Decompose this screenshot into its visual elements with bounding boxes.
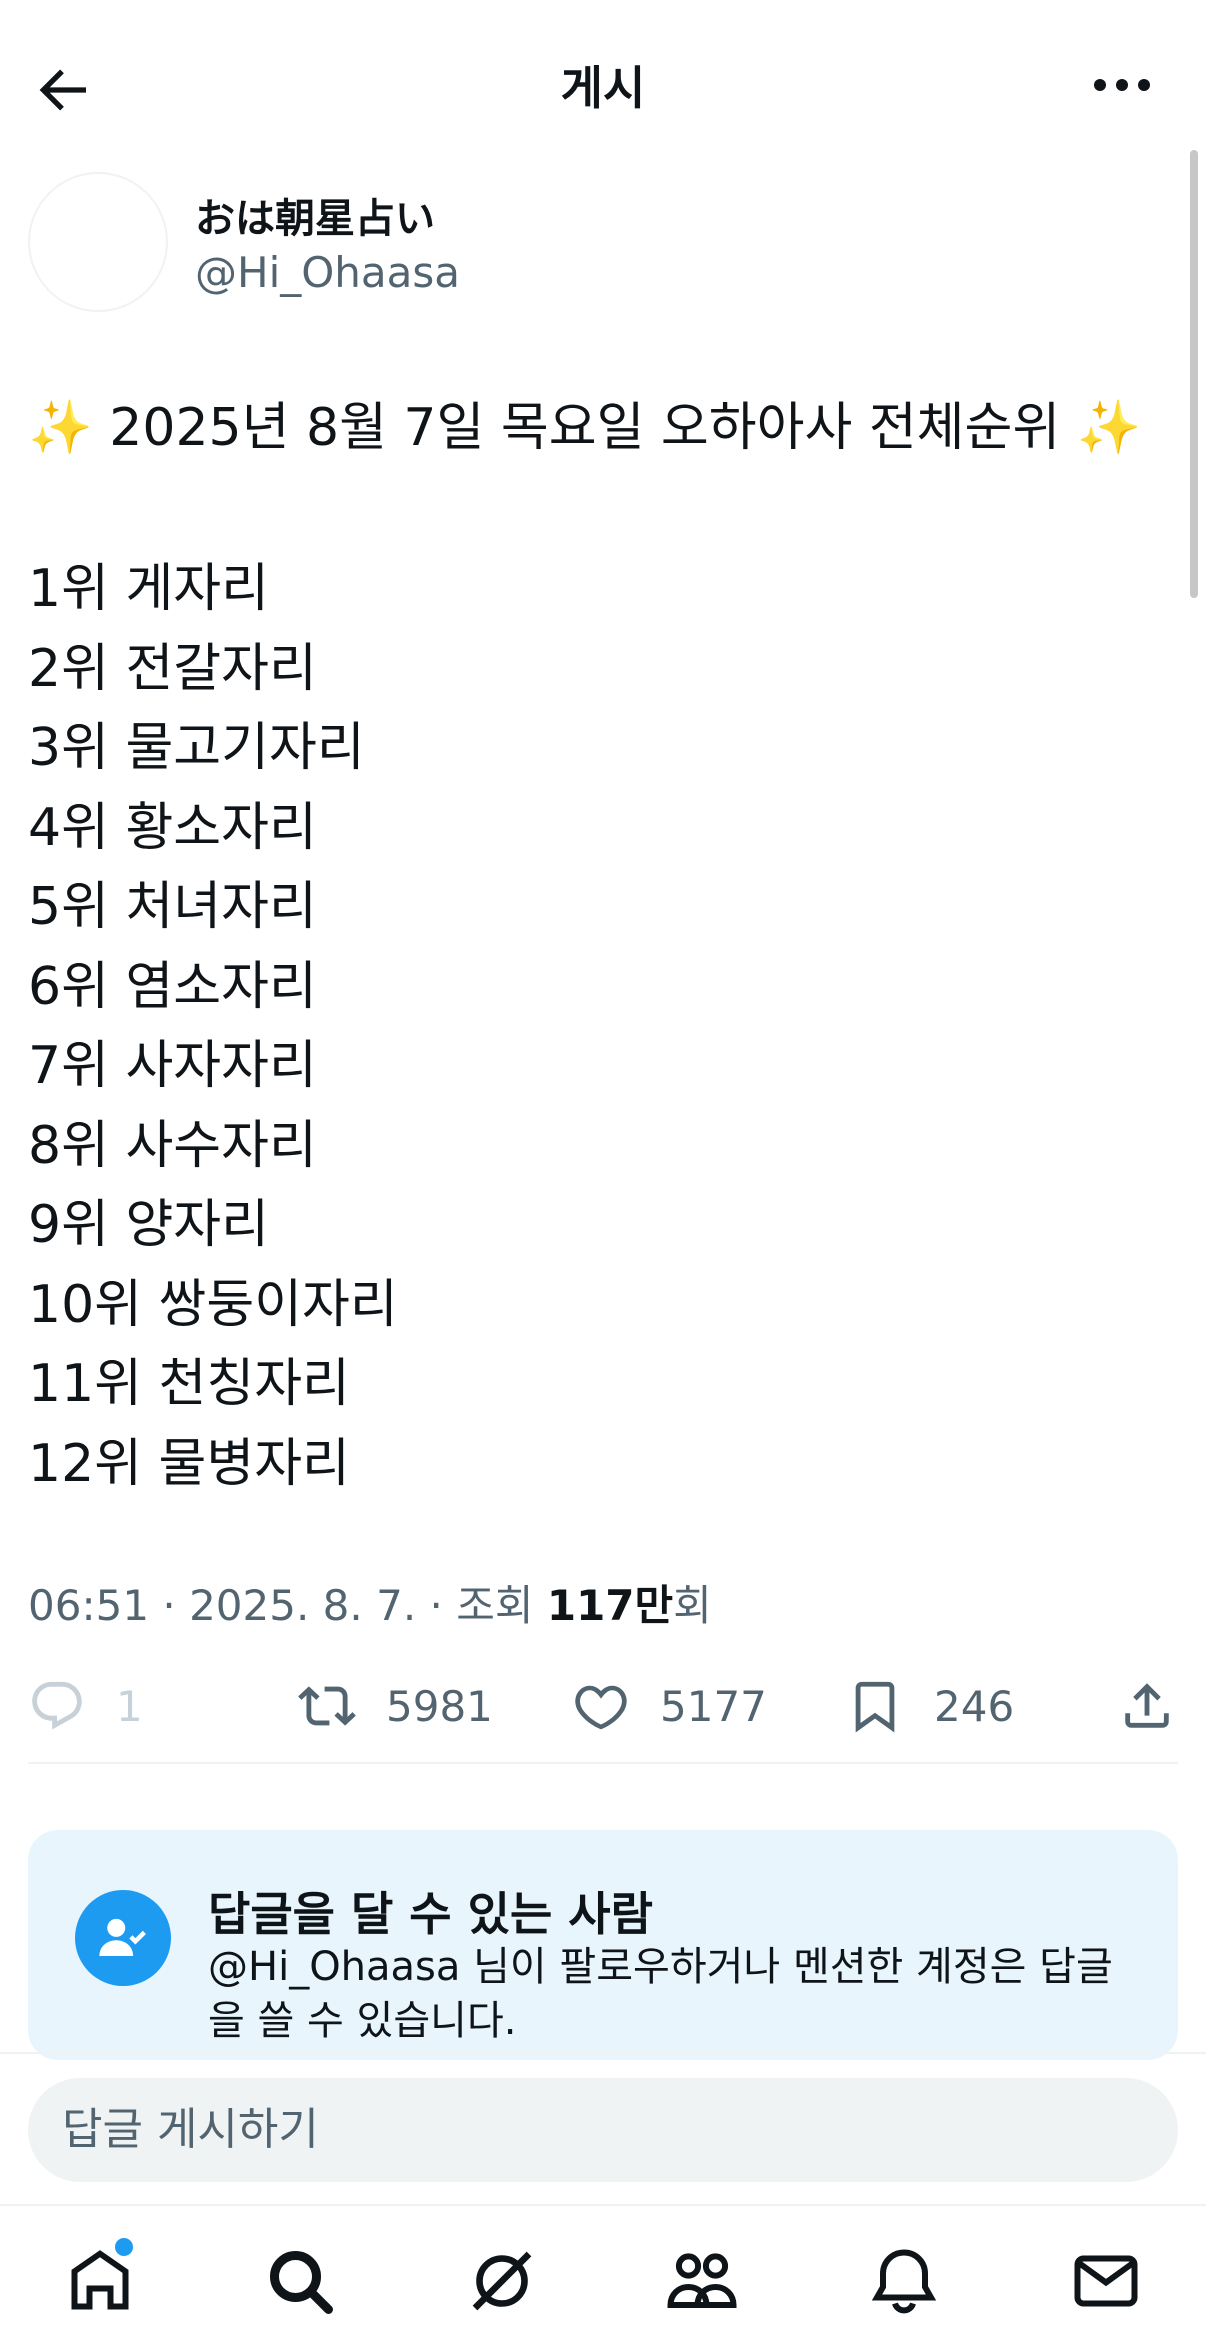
avatar[interactable] bbox=[28, 172, 168, 312]
like-button[interactable]: 5177 bbox=[572, 1676, 767, 1736]
search-icon[interactable] bbox=[264, 2245, 336, 2317]
reply-button[interactable]: 1 bbox=[28, 1676, 143, 1736]
repost-button[interactable]: 5981 bbox=[298, 1676, 493, 1736]
repost-count: 5981 bbox=[386, 1681, 493, 1731]
divider bbox=[0, 2204, 1206, 2206]
list-item: 12위 물병자리 bbox=[28, 1433, 350, 1494]
list-item: 8위 사수자리 bbox=[28, 1115, 317, 1176]
grok-icon[interactable] bbox=[466, 2245, 538, 2317]
more-horizontal-icon[interactable] bbox=[1092, 70, 1152, 100]
like-count: 5177 bbox=[660, 1681, 767, 1731]
list-item: 10위 쌍둥이자리 bbox=[28, 1274, 398, 1335]
share-icon bbox=[1125, 1683, 1169, 1728]
post-meta: 06:51 · 2025. 8. 7. · 조회 117만회 bbox=[28, 1572, 712, 1633]
bookmark-count: 246 bbox=[934, 1681, 1015, 1731]
list-item: 3위 물고기자리 bbox=[28, 718, 365, 778]
list-item: 2위 전갈자리 bbox=[28, 638, 317, 699]
reply-count: 1 bbox=[116, 1681, 143, 1731]
heart-icon bbox=[575, 1685, 627, 1730]
reply-restriction-text: @Hi_Ohaasa 님이 팔로우하거나 멘션한 계정은 답글을 쓸 수 있습니… bbox=[208, 1944, 1113, 2044]
reply-icon bbox=[32, 1681, 82, 1730]
view-count[interactable]: 117만 bbox=[547, 1581, 673, 1630]
reply-restriction-title: 답글을 달 수 있는 사람 bbox=[208, 1887, 653, 1941]
list-item: 11위 천칭자리 bbox=[28, 1354, 350, 1414]
list-item: 6위 염소자리 bbox=[28, 956, 317, 1017]
list-item: 1위 게자리 bbox=[28, 559, 269, 619]
post-headline: ✨ 2025년 8월 7일 목요일 오하아사 전체순위 ✨ bbox=[28, 398, 1142, 458]
communities-icon[interactable] bbox=[666, 2245, 738, 2317]
reply-input[interactable]: 답글 게시하기 bbox=[28, 2078, 1178, 2182]
author-handle[interactable]: @Hi_Ohaasa bbox=[195, 248, 460, 297]
ranking-list: 1위 게자리 2위 전갈자리 3위 물고기자리 4위 황소자리 5위 처녀자리 … bbox=[28, 550, 398, 1504]
messages-icon[interactable] bbox=[1070, 2245, 1142, 2317]
author-name[interactable]: おは朝星占い bbox=[195, 186, 435, 244]
divider bbox=[0, 2052, 1206, 2054]
post-timestamp: 06:51 · 2025. 8. 7. · 조회 bbox=[28, 1581, 547, 1630]
list-item: 9위 양자리 bbox=[28, 1195, 269, 1255]
scrollbar[interactable] bbox=[1190, 150, 1198, 598]
view-unit: 회 bbox=[673, 1581, 712, 1630]
list-item: 5위 처녀자리 bbox=[28, 877, 317, 937]
notification-dot bbox=[113, 2236, 135, 2258]
page-title: 게시 bbox=[560, 61, 646, 115]
bookmark-icon bbox=[855, 1681, 895, 1733]
list-item: 4위 황소자리 bbox=[28, 797, 317, 858]
bookmark-button[interactable]: 246 bbox=[846, 1676, 1014, 1736]
share-button[interactable] bbox=[1118, 1676, 1176, 1736]
notifications-icon[interactable] bbox=[868, 2245, 940, 2317]
user-check-icon bbox=[75, 1890, 171, 1986]
list-item: 7위 사자자리 bbox=[28, 1036, 317, 1096]
divider bbox=[28, 1762, 1178, 1764]
repost-icon bbox=[298, 1686, 356, 1726]
